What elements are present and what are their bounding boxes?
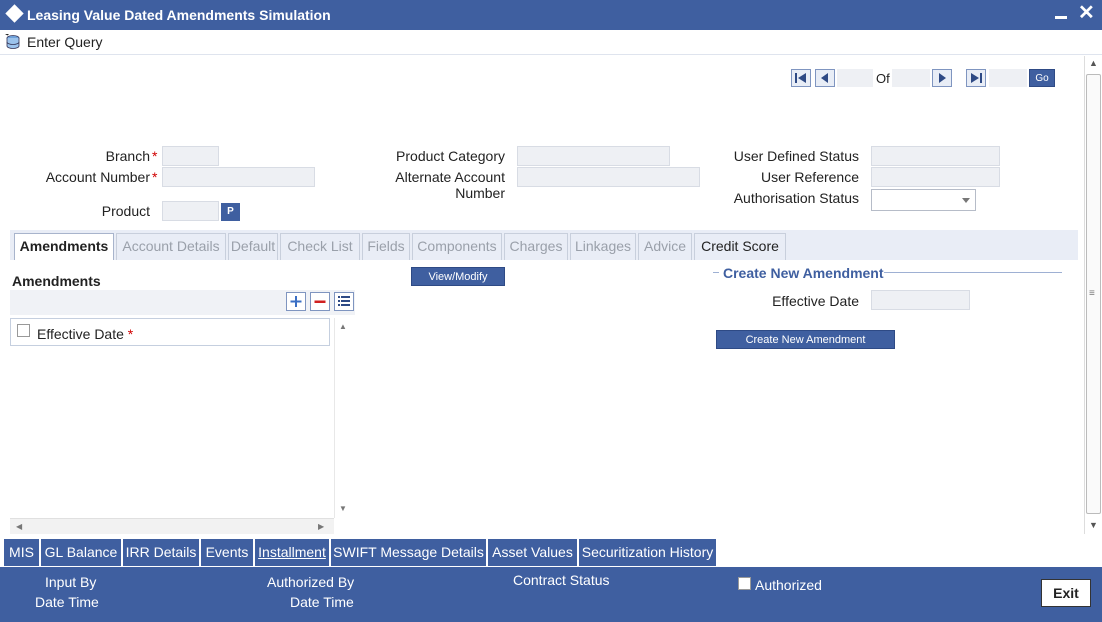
effective-date-field[interactable] — [871, 290, 970, 310]
authorisation-status-label: Authorisation Status — [733, 190, 859, 206]
account-number-required-marker: * — [152, 169, 158, 185]
fieldset-border — [713, 272, 719, 273]
grid-scroll-left-icon[interactable]: ◀ — [16, 522, 22, 531]
window-title: Leasing Value Dated Amendments Simulatio… — [27, 7, 331, 23]
effective-date-column-header: Effective Date * — [37, 326, 134, 342]
close-button[interactable]: ✕ — [1078, 2, 1095, 24]
swift-message-details-button[interactable]: SWIFT Message Details — [331, 539, 486, 566]
asset-values-button[interactable]: Asset Values — [488, 539, 577, 566]
tab-check-list[interactable]: Check List — [280, 233, 360, 260]
grid-scroll-right-icon[interactable]: ▶ — [318, 522, 324, 531]
current-page-field[interactable] — [837, 69, 873, 87]
create-new-amendment-button[interactable]: Create New Amendment — [716, 330, 895, 349]
contract-status-label: Contract Status — [513, 572, 610, 588]
installment-button[interactable]: Installment — [255, 539, 329, 566]
window-scrollbar[interactable]: ▲ ≡ ▼ — [1084, 56, 1102, 534]
authorized-label: Authorized — [755, 577, 822, 593]
effective-date-required-marker: * — [127, 326, 134, 342]
minus-icon — [314, 300, 326, 303]
previous-icon — [821, 73, 828, 83]
user-defined-status-field — [871, 146, 1000, 166]
user-reference-label: User Reference — [760, 169, 859, 185]
total-pages-field — [892, 69, 930, 87]
delete-row-button[interactable] — [310, 292, 330, 311]
grid-scroll-up-icon[interactable]: ▲ — [339, 322, 347, 331]
irr-details-button[interactable]: IRR Details — [123, 539, 199, 566]
exit-button[interactable]: Exit — [1041, 579, 1091, 607]
go-button[interactable]: Go — [1029, 69, 1055, 87]
app-diamond-icon — [5, 4, 24, 23]
chevron-down-icon — [962, 198, 970, 203]
enter-query-button[interactable]: Enter Query — [27, 34, 102, 50]
alternate-account-field — [517, 167, 700, 187]
product-lov-button[interactable]: P — [221, 203, 240, 221]
tab-amendments[interactable]: Amendments — [14, 233, 114, 260]
grip-icon: ≡ — [1089, 288, 1095, 299]
view-modify-button[interactable]: View/Modify — [411, 267, 505, 286]
account-number-field[interactable] — [162, 167, 315, 187]
product-category-field — [517, 146, 670, 166]
tab-advice[interactable]: Advice — [638, 233, 692, 260]
mis-button[interactable]: MIS — [4, 539, 39, 566]
add-row-button[interactable] — [286, 292, 306, 311]
bottom-tab-bar: MIS GL Balance IRR Details Events Instal… — [0, 539, 1102, 567]
last-record-button[interactable] — [966, 69, 986, 87]
first-icon — [795, 73, 806, 83]
effective-date-label: Effective Date — [772, 293, 859, 309]
scroll-up-icon[interactable]: ▲ — [1089, 58, 1098, 68]
product-label: Product — [101, 203, 150, 219]
tab-charges[interactable]: Charges — [504, 233, 568, 260]
list-icon — [338, 296, 350, 306]
of-label: Of — [876, 71, 890, 86]
account-number-label: Account Number — [45, 169, 150, 185]
tab-credit-score[interactable]: Credit Score — [694, 233, 786, 260]
grid-horizontal-scrollbar[interactable]: ◀ ▶ — [10, 518, 334, 534]
gl-balance-button[interactable]: GL Balance — [41, 539, 121, 566]
alternate-account-label-line1: Alternate Account — [395, 169, 505, 185]
branch-field[interactable] — [162, 146, 219, 166]
alternate-account-label-line2: Number — [455, 185, 505, 201]
goto-page-field[interactable] — [989, 69, 1027, 87]
title-bar: Leasing Value Dated Amendments Simulatio… — [0, 0, 1102, 30]
securitization-history-button[interactable]: Securitization History — [579, 539, 716, 566]
last-icon — [971, 73, 982, 83]
grid-scroll-down-icon[interactable]: ▼ — [339, 504, 347, 513]
previous-record-button[interactable] — [815, 69, 835, 87]
product-category-label: Product Category — [396, 148, 505, 164]
amendments-grid-body — [10, 346, 334, 518]
authorized-checkbox[interactable] — [738, 577, 751, 590]
first-record-button[interactable] — [791, 69, 811, 87]
date-time-label: Date Time — [35, 594, 99, 610]
amendments-heading: Amendments — [12, 273, 101, 289]
branch-label: Branch — [105, 148, 150, 164]
plus-icon — [290, 296, 302, 307]
next-icon — [939, 73, 946, 83]
next-record-button[interactable] — [932, 69, 952, 87]
authorized-by-label: Authorized By — [267, 574, 355, 590]
tab-default[interactable]: Default — [228, 233, 278, 260]
minimize-button[interactable] — [1055, 16, 1067, 19]
toolbar: Enter Query — [0, 30, 1102, 55]
product-field[interactable] — [162, 201, 219, 221]
user-defined-status-label: User Defined Status — [733, 148, 859, 164]
amendments-grid-header: Effective Date * — [10, 318, 330, 346]
grid-vertical-scrollbar[interactable]: ▲ ▼ — [334, 318, 350, 518]
input-by-label: Input By — [45, 574, 97, 590]
create-new-amendment-legend: Create New Amendment — [723, 265, 884, 281]
enter-query-icon[interactable] — [5, 34, 21, 50]
tab-fields[interactable]: Fields — [362, 233, 410, 260]
fieldset-border — [884, 272, 1062, 273]
user-reference-field — [871, 167, 1000, 187]
authorized-date-time-label: Date Time — [290, 594, 354, 610]
scroll-down-icon[interactable]: ▼ — [1089, 520, 1098, 530]
authorisation-status-select[interactable] — [871, 189, 976, 211]
single-view-button[interactable] — [334, 292, 354, 311]
tab-linkages[interactable]: Linkages — [570, 233, 636, 260]
branch-required-marker: * — [152, 148, 158, 164]
tab-account-details[interactable]: Account Details — [116, 233, 226, 260]
tab-strip: Amendments Account Details Default Check… — [10, 230, 1078, 260]
select-all-checkbox[interactable] — [17, 324, 30, 337]
tab-components[interactable]: Components — [412, 233, 502, 260]
events-button[interactable]: Events — [201, 539, 253, 566]
